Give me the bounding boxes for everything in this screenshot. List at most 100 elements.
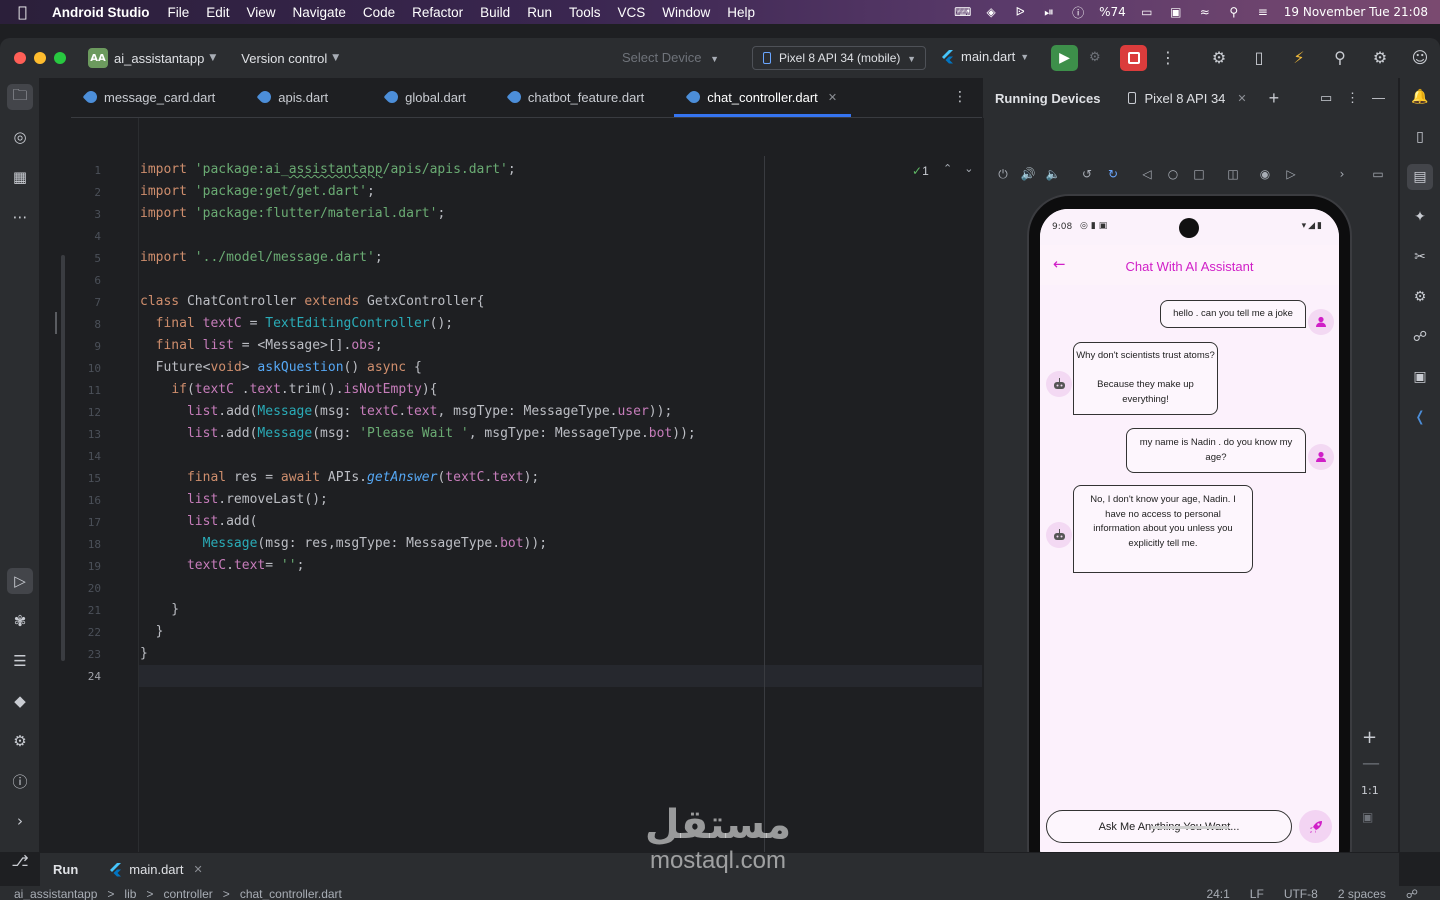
rotate-right-icon[interactable]: ↻ (1105, 167, 1121, 183)
menu-app-name[interactable]: Android Studio (52, 5, 149, 20)
code-line[interactable]: } (140, 602, 179, 617)
hide-panel-icon[interactable]: — (1372, 90, 1385, 105)
caret-position[interactable]: 24:1 (1206, 887, 1229, 900)
code-line[interactable]: list.removeLast(); (140, 492, 328, 507)
code-editor[interactable]: import 'package:ai_assistantapp/apis/api… (139, 118, 982, 852)
line-number[interactable]: 6 (71, 274, 101, 287)
line-number[interactable]: 16 (71, 494, 101, 507)
line-number-gutter[interactable]: 1 2 3 4 5 6 7 8 9 10 11 12 13 14 15 16 17 18 19 20 21 22 23 24 (71, 118, 138, 852)
vpn-icon[interactable]: ⓘ (1070, 4, 1086, 21)
send-button[interactable] (1299, 810, 1332, 843)
build-variants-icon[interactable]: ✂ (1407, 244, 1433, 270)
code-line[interactable]: Future<void> askQuestion() async { (140, 360, 422, 375)
account-icon[interactable]: ☺ (1410, 48, 1430, 68)
code-line[interactable]: Message(msg: res,msgType: MessageType.bo… (140, 536, 547, 551)
run-tool-icon[interactable]: ▷ (7, 568, 33, 594)
line-number[interactable]: 10 (71, 362, 101, 375)
chat-list[interactable]: hello . can you tell me a joke Why don't… (1040, 285, 1339, 856)
device-selector[interactable]: Pixel 8 API 34 (mobile) ▼ (752, 46, 926, 70)
screenshot-icon[interactable]: ◉ (1257, 167, 1273, 183)
line-number[interactable]: 19 (71, 560, 101, 573)
volume-down-icon[interactable]: 🔈 (1045, 167, 1061, 183)
line-number[interactable]: 11 (71, 384, 101, 397)
plugin-icon[interactable]: ⚙ (1209, 48, 1229, 68)
code-line[interactable]: list.add(Message(msg: textC.text, msgTyp… (140, 404, 672, 419)
menu-vcs[interactable]: VCS (617, 5, 645, 20)
tab-global[interactable]: global.dart (372, 77, 480, 117)
running-devices-icon[interactable]: ▤ (1407, 164, 1433, 190)
inspection-navigation[interactable]: ⌃⌄ (943, 162, 985, 175)
run-configuration-selector[interactable]: main.dart ▼ (942, 49, 1029, 64)
play-circle-icon[interactable]: ⏯ (1041, 5, 1057, 20)
commit-icon[interactable]: ◎ (7, 124, 33, 150)
menu-refactor[interactable]: Refactor (412, 5, 463, 20)
menu-help[interactable]: Help (727, 5, 755, 20)
chevron-right-icon[interactable]: › (1334, 167, 1350, 183)
zoom-window-button[interactable] (54, 52, 66, 64)
run-tool-window-title[interactable]: Run (53, 862, 78, 877)
version-control-menu[interactable]: Version control (241, 51, 327, 66)
code-line[interactable]: } (140, 624, 164, 639)
menu-file[interactable]: File (167, 5, 189, 20)
code-line[interactable]: import 'package:flutter/material.dart'; (140, 206, 445, 221)
code-line[interactable]: import 'package:ai_assistantapp/apis/api… (140, 162, 524, 177)
code-line[interactable]: list.add(Message(msg: 'Please Wait ', ms… (140, 426, 696, 441)
keyboard-icon[interactable]: ⌨ (954, 5, 971, 19)
menu-tools[interactable]: Tools (569, 5, 601, 20)
more-actions-icon[interactable]: ⋮ (1158, 48, 1178, 68)
layout-inspector-icon[interactable]: ⚙ (1407, 284, 1433, 310)
add-device-icon[interactable]: + (1269, 88, 1280, 109)
bluetooth-icon[interactable]: ᐉ (1012, 5, 1028, 19)
line-number[interactable]: 17 (71, 516, 101, 529)
line-number[interactable]: 8 (71, 318, 101, 331)
breadcrumb-file[interactable]: chat_controller.dart (240, 887, 342, 900)
run-tab-main[interactable]: main.dart ✕ (110, 862, 203, 877)
git-icon[interactable]: ⎇ (7, 848, 33, 874)
line-number[interactable]: 21 (71, 604, 101, 617)
zoom-fit-icon[interactable]: ▣ (1362, 810, 1373, 824)
screen-capture-icon[interactable]: ▣ (1407, 364, 1433, 390)
wifi-icon[interactable]: ≈ (1197, 5, 1213, 19)
select-device-dropdown[interactable]: Select Device ▼ (622, 50, 719, 65)
breadcrumb-controller[interactable]: controller (163, 887, 212, 900)
line-number[interactable]: 1 (71, 164, 101, 177)
menu-code[interactable]: Code (363, 5, 395, 20)
rotate-left-icon[interactable]: ↺ (1079, 167, 1095, 183)
tab-chat-controller[interactable]: chat_controller.dart ✕ (674, 77, 851, 117)
panel-options-icon[interactable]: ⋮ (1346, 90, 1359, 106)
line-number[interactable]: 7 (71, 296, 101, 309)
device-tab-pixel8[interactable]: Pixel 8 API 34 ✕ (1128, 91, 1247, 106)
code-line[interactable]: textC.text= ''; (140, 558, 304, 573)
terminal-icon[interactable]: › (7, 808, 33, 834)
flutter-outline-icon[interactable]: ❬ (1407, 404, 1433, 430)
close-window-button[interactable] (14, 52, 26, 64)
power-icon[interactable]: ⏻ (995, 167, 1011, 183)
tab-apis[interactable]: apis.dart (245, 77, 342, 117)
apple-icon[interactable]:  (18, 3, 38, 21)
close-tab-icon[interactable]: ✕ (828, 91, 837, 104)
breadcrumb-project[interactable]: ai_assistantapp (14, 887, 97, 900)
menu-window[interactable]: Window (662, 5, 710, 20)
gemini-icon[interactable]: ✦ (1407, 204, 1433, 230)
line-number[interactable]: 4 (71, 230, 101, 243)
gem-icon[interactable]: ◆ (7, 688, 33, 714)
back-icon[interactable]: ◁ (1139, 167, 1155, 183)
project-badge[interactable]: AA (88, 48, 108, 68)
line-number[interactable]: 12 (71, 406, 101, 419)
zoom-out-icon[interactable]: — (1362, 753, 1380, 774)
line-number[interactable]: 14 (71, 450, 101, 463)
line-number[interactable]: 5 (71, 252, 101, 265)
control-center-icon[interactable]: ≡ (1255, 5, 1271, 19)
structure-icon[interactable]: ▦ (7, 164, 33, 190)
line-separator[interactable]: LF (1250, 887, 1264, 900)
search-icon[interactable]: ⚲ (1330, 48, 1350, 68)
code-line[interactable]: final list = <Message>[].obs; (140, 338, 383, 353)
spotlight-search-icon[interactable]: ⚲ (1226, 5, 1242, 19)
device-manager-icon[interactable]: ▯ (1407, 124, 1433, 150)
file-encoding[interactable]: UTF-8 (1284, 887, 1318, 900)
menu-navigate[interactable]: Navigate (293, 5, 346, 20)
tab-chatbot-feature[interactable]: chatbot_feature.dart (495, 77, 658, 117)
flutter-inspector-icon[interactable]: ✾ (7, 608, 33, 634)
stop-button[interactable] (1120, 45, 1147, 71)
line-number[interactable]: 13 (71, 428, 101, 441)
